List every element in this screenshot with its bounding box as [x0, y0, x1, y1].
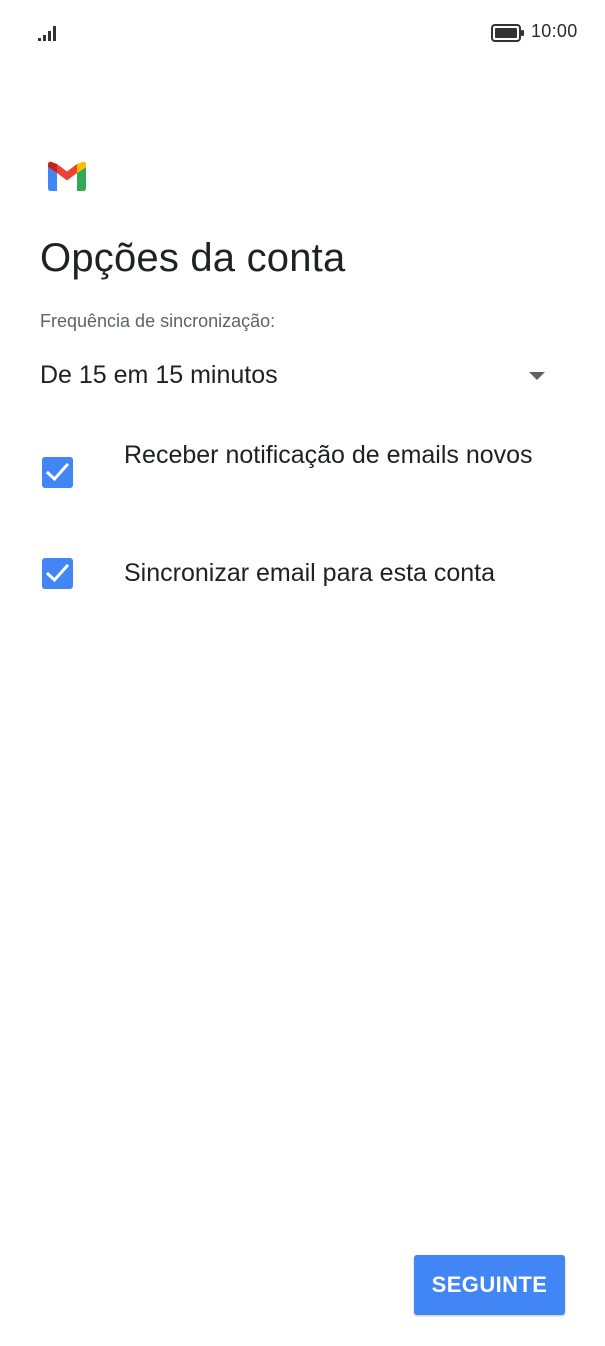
next-button[interactable]: SEGUINTE	[414, 1255, 565, 1315]
checkmark-icon	[46, 462, 69, 482]
notify-new-email-checkbox[interactable]	[42, 457, 73, 488]
gmail-logo-icon	[48, 161, 86, 191]
status-bar: 10:00	[0, 0, 605, 64]
page-title: Opções da conta	[40, 236, 346, 280]
battery-full-icon	[491, 24, 524, 42]
signal-bars-icon	[38, 26, 56, 41]
sync-frequency-dropdown[interactable]: De 15 em 15 minutos	[40, 352, 555, 402]
status-time: 10:00	[531, 21, 578, 41]
sync-email-checkbox[interactable]	[42, 558, 73, 589]
checkmark-icon	[46, 563, 69, 583]
sync-email-label: Sincronizar email para esta conta	[124, 559, 496, 587]
sync-frequency-value: De 15 em 15 minutos	[40, 361, 278, 389]
account-options-screen: 10:00 Opções da conta Frequência de sinc…	[0, 0, 605, 1346]
notify-new-email-label: Receber notificação de emails novos	[124, 441, 533, 469]
dropdown-arrow-icon	[529, 372, 545, 380]
sync-frequency-label: Frequência de sincronização:	[40, 311, 276, 331]
notify-new-email-option[interactable]: Receber notificação de emails novos	[40, 438, 560, 508]
sync-email-option[interactable]: Sincronizar email para esta conta	[40, 556, 560, 596]
